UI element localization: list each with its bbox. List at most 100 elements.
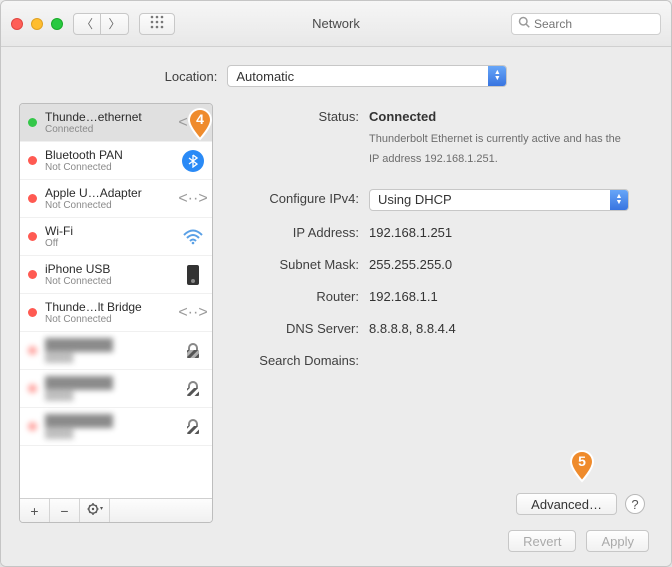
status-dot-icon xyxy=(28,118,37,127)
service-item-redacted[interactable]: ████████████ xyxy=(20,370,212,408)
nav-buttons: 〈 〉 xyxy=(73,13,129,35)
content-area: Location: Automatic ▲▼ Thunde…ethernet C… xyxy=(1,47,671,566)
search-icon xyxy=(518,16,530,31)
back-button[interactable]: 〈 xyxy=(73,13,101,35)
grid-icon xyxy=(150,15,164,32)
dns-row: DNS Server: 8.8.8.8, 8.8.4.4 xyxy=(229,319,645,339)
service-status: Not Connected xyxy=(45,314,182,325)
service-text: iPhone USB Not Connected xyxy=(45,262,182,287)
searchdomains-label: Search Domains: xyxy=(229,351,369,371)
status-dot-icon xyxy=(28,194,37,203)
action-menu-button[interactable] xyxy=(80,499,110,522)
zoom-window-button[interactable] xyxy=(51,18,63,30)
status-subtext: Thunderbolt Ethernet is currently active… xyxy=(369,129,629,169)
ip-row: IP Address: 192.168.1.251 xyxy=(229,223,645,243)
status-dot-icon xyxy=(28,346,37,355)
service-item-apple-usb-adapter[interactable]: Apple U…Adapter Not Connected <··> xyxy=(20,180,212,218)
service-status: Off xyxy=(45,238,182,249)
select-arrows-icon: ▲▼ xyxy=(610,190,628,210)
search-field[interactable] xyxy=(511,13,661,35)
location-label: Location: xyxy=(165,69,218,84)
status-label: Status: xyxy=(229,107,369,127)
search-input[interactable] xyxy=(534,17,654,31)
service-status: Not Connected xyxy=(45,276,182,287)
lock-icon xyxy=(182,416,204,438)
status-dot-icon xyxy=(28,270,37,279)
location-row: Location: Automatic ▲▼ xyxy=(19,65,653,87)
service-text: Thunde…ethernet Connected xyxy=(45,110,182,135)
service-item-thunderbolt-bridge[interactable]: Thunde…lt Bridge Not Connected <··> xyxy=(20,294,212,332)
titlebar: 〈 〉 Network xyxy=(1,1,671,47)
phone-icon xyxy=(182,264,204,286)
show-all-button[interactable] xyxy=(139,13,175,35)
location-value: Automatic xyxy=(236,69,294,84)
advanced-row: Advanced… ? xyxy=(516,493,645,515)
dns-label: DNS Server: xyxy=(229,319,369,339)
add-service-button[interactable]: + xyxy=(20,499,50,522)
close-window-button[interactable] xyxy=(11,18,23,30)
service-item-iphone-usb[interactable]: iPhone USB Not Connected xyxy=(20,256,212,294)
status-dot-icon xyxy=(28,308,37,317)
remove-service-button[interactable]: − xyxy=(50,499,80,522)
service-text: Apple U…Adapter Not Connected xyxy=(45,186,182,211)
wifi-icon xyxy=(182,226,204,248)
network-prefs-window: 〈 〉 Network Location: Autom xyxy=(0,0,672,567)
detail-panel: Status: Connected Thunderbolt Ethernet i… xyxy=(229,103,653,523)
router-label: Router: xyxy=(229,287,369,307)
status-row: Status: Connected Thunderbolt Ethernet i… xyxy=(229,107,645,169)
router-value: 192.168.1.1 xyxy=(369,287,645,307)
dns-value: 8.8.8.8, 8.8.4.4 xyxy=(369,319,645,339)
service-item-redacted[interactable]: ████████████ xyxy=(20,408,212,446)
location-select[interactable]: Automatic ▲▼ xyxy=(227,65,507,87)
service-item-wifi[interactable]: Wi-Fi Off xyxy=(20,218,212,256)
bluetooth-icon xyxy=(182,150,204,172)
service-name: Thunde…ethernet xyxy=(45,110,182,124)
lock-icon xyxy=(182,340,204,362)
service-name: Apple U…Adapter xyxy=(45,186,182,200)
router-row: Router: 192.168.1.1 xyxy=(229,287,645,307)
forward-button[interactable]: 〉 xyxy=(101,13,129,35)
service-name: Wi-Fi xyxy=(45,224,182,238)
status-dot-icon xyxy=(28,384,37,393)
configure-ipv4-select[interactable]: Using DHCP ▲▼ xyxy=(369,189,629,211)
configure-label: Configure IPv4: xyxy=(229,189,369,209)
service-text: Thunde…lt Bridge Not Connected xyxy=(45,300,182,325)
chevron-right-icon: 〉 xyxy=(108,15,120,32)
service-list[interactable]: Thunde…ethernet Connected <··> Bluetooth… xyxy=(20,104,212,498)
lock-icon xyxy=(182,378,204,400)
service-status: Connected xyxy=(45,124,182,135)
searchdomains-row: Search Domains: xyxy=(229,351,645,371)
service-item-thunderbolt-ethernet[interactable]: Thunde…ethernet Connected <··> xyxy=(20,104,212,142)
status-dot-icon xyxy=(28,156,37,165)
service-text: Wi-Fi Off xyxy=(45,224,182,249)
mask-label: Subnet Mask: xyxy=(229,255,369,275)
chevron-left-icon: 〈 xyxy=(81,15,93,32)
window-controls xyxy=(11,18,63,30)
mask-value: 255.255.255.0 xyxy=(369,255,645,275)
service-name: Thunde…lt Bridge xyxy=(45,300,182,314)
service-name: iPhone USB xyxy=(45,262,182,276)
mask-row: Subnet Mask: 255.255.255.0 xyxy=(229,255,645,275)
ethernet-icon: <··> xyxy=(182,302,204,324)
advanced-button[interactable]: Advanced… xyxy=(516,493,617,515)
configure-value: Using DHCP xyxy=(378,190,452,210)
service-item-redacted[interactable]: ████████████ xyxy=(20,332,212,370)
status-value: Connected xyxy=(369,109,436,124)
minimize-window-button[interactable] xyxy=(31,18,43,30)
sidebar-footer: + − xyxy=(20,498,212,522)
apply-button[interactable]: Apply xyxy=(586,530,649,552)
revert-button[interactable]: Revert xyxy=(508,530,576,552)
select-arrows-icon: ▲▼ xyxy=(488,66,506,86)
service-status: Not Connected xyxy=(45,162,182,173)
help-button[interactable]: ? xyxy=(625,494,645,514)
status-dot-icon xyxy=(28,422,37,431)
service-status: Not Connected xyxy=(45,200,182,211)
configure-row: Configure IPv4: Using DHCP ▲▼ xyxy=(229,189,645,211)
service-text: Bluetooth PAN Not Connected xyxy=(45,148,182,173)
ip-value: 192.168.1.251 xyxy=(369,223,645,243)
ip-label: IP Address: xyxy=(229,223,369,243)
ethernet-icon: <··> xyxy=(182,112,204,134)
ethernet-icon: <··> xyxy=(182,188,204,210)
service-item-bluetooth-pan[interactable]: Bluetooth PAN Not Connected xyxy=(20,142,212,180)
service-sidebar: Thunde…ethernet Connected <··> Bluetooth… xyxy=(19,103,213,523)
